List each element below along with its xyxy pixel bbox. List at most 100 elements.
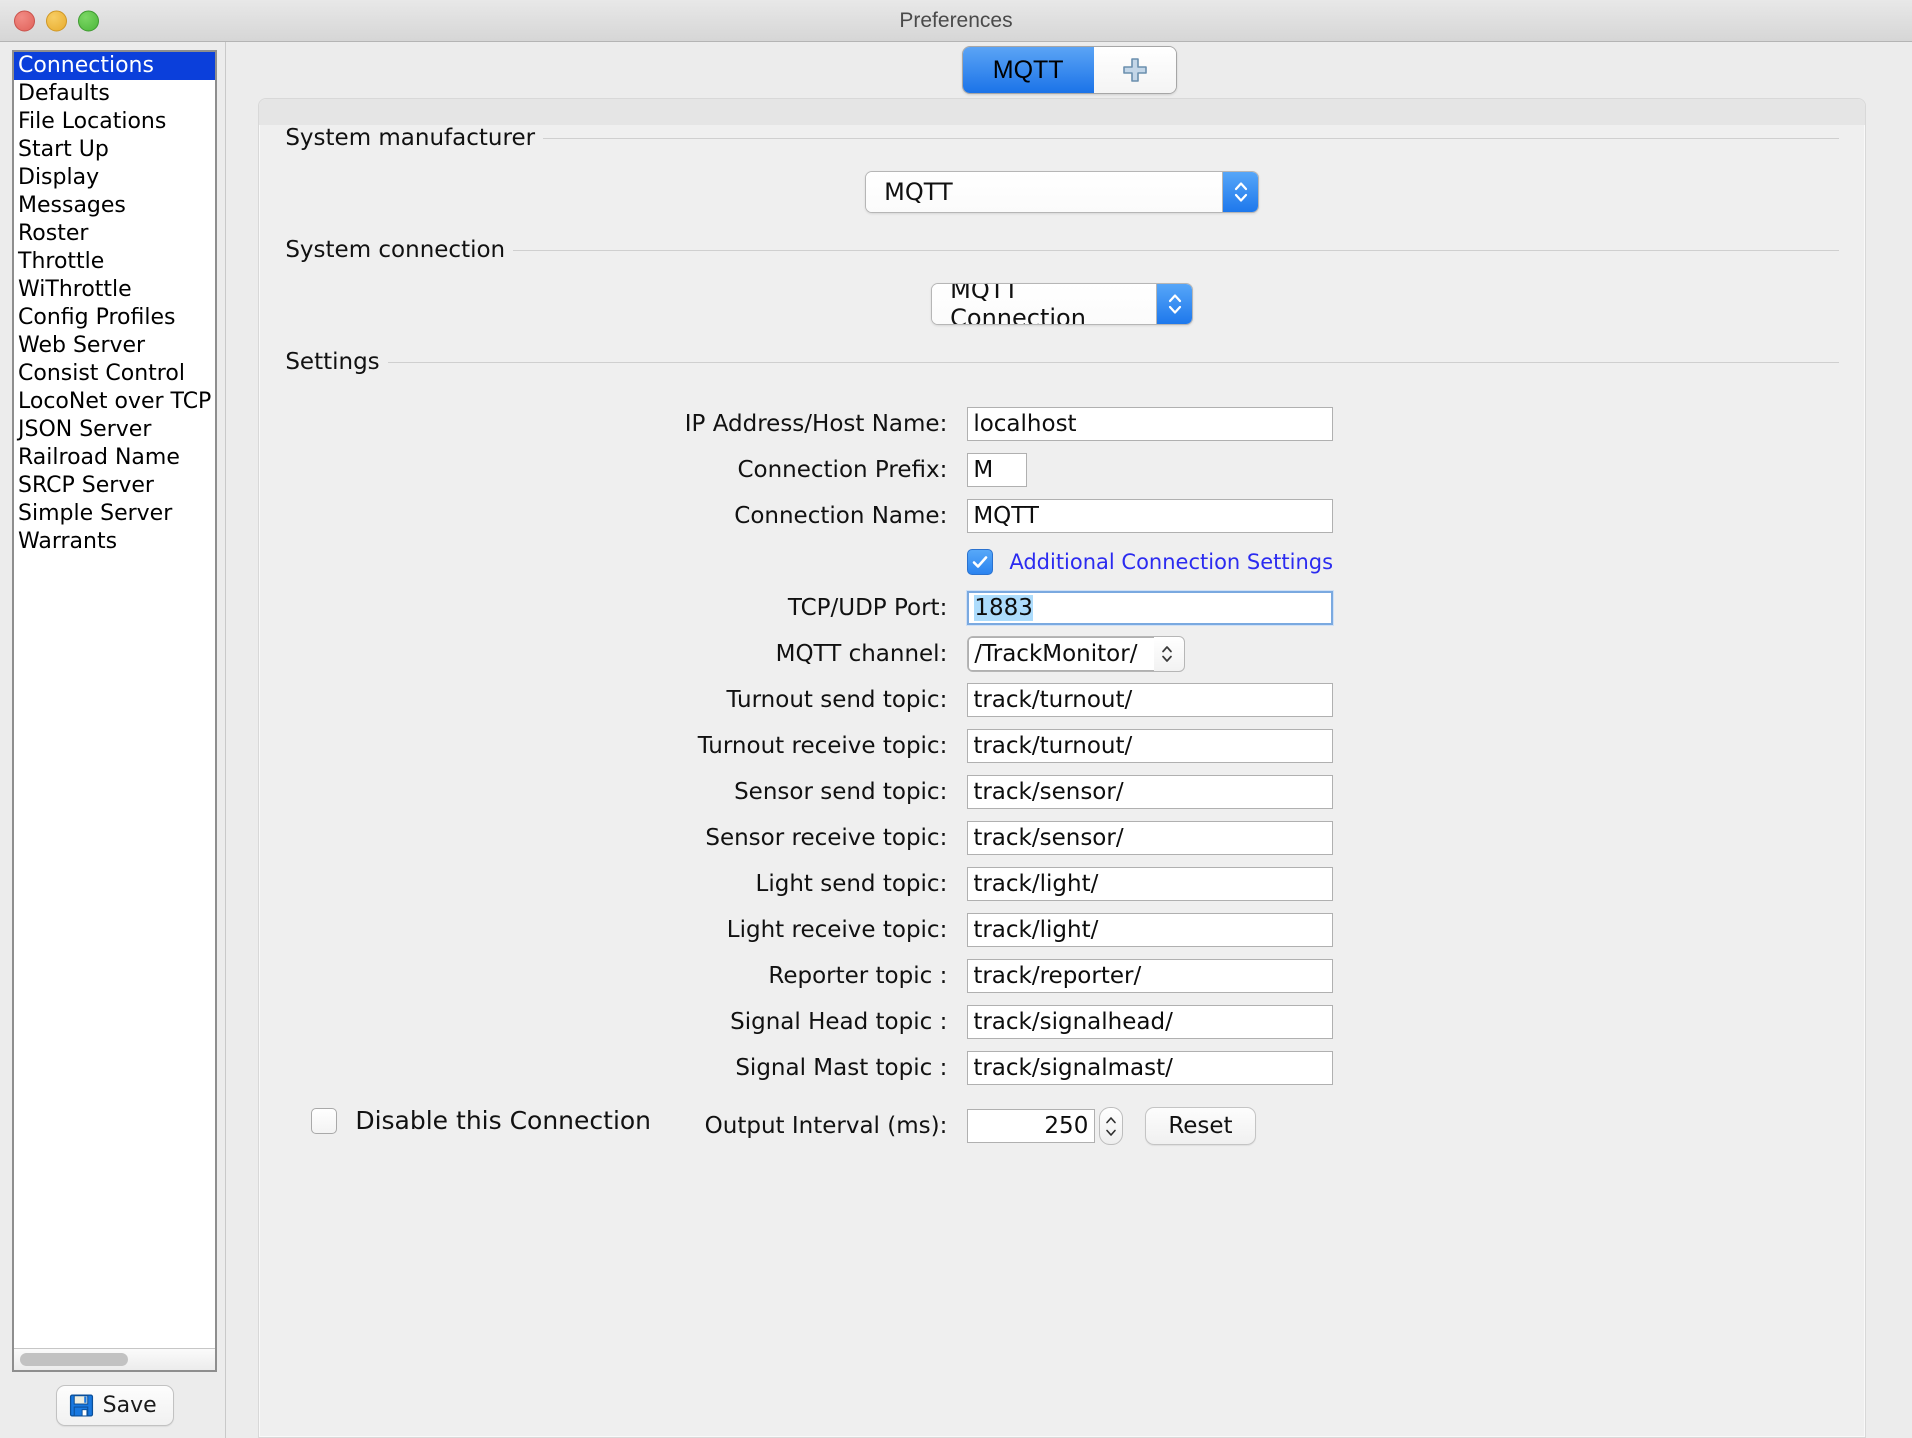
add-connection-tab-button[interactable] bbox=[1093, 47, 1176, 93]
mqtt-channel-label: MQTT channel: bbox=[775, 641, 948, 667]
output-interval-input[interactable]: 250 bbox=[967, 1109, 1096, 1143]
group-separator bbox=[543, 137, 1839, 139]
sidebar-item-consist-control[interactable]: Consist Control bbox=[14, 360, 215, 388]
chevron-up-down-glyph bbox=[1168, 294, 1181, 314]
signal-head-topic-input[interactable]: track/signalhead/ bbox=[967, 1005, 1334, 1039]
ip-address-label: IP Address/Host Name: bbox=[684, 411, 948, 437]
sidebar-item-loconet-over-tcp[interactable]: LocoNet over TCP bbox=[14, 388, 215, 416]
sensor-send-label: Sensor send topic: bbox=[734, 779, 948, 805]
sensor-receive-input[interactable]: track/sensor/ bbox=[967, 821, 1334, 855]
connection-name-row: Connection Name: MQTT bbox=[285, 493, 1839, 539]
sidebar-item-withrottle[interactable]: WiThrottle bbox=[14, 276, 215, 304]
output-interval-label: Output Interval (ms): bbox=[704, 1113, 948, 1139]
system-manufacturer-dropdown[interactable]: MQTT bbox=[865, 171, 1260, 213]
signal-head-topic-label: Signal Head topic : bbox=[730, 1009, 948, 1035]
group-separator bbox=[513, 249, 1839, 251]
connection-row: MQTT Connection bbox=[285, 283, 1839, 325]
plus-icon bbox=[1122, 58, 1147, 82]
close-button[interactable] bbox=[14, 10, 35, 31]
additional-settings-checkbox[interactable] bbox=[967, 549, 994, 575]
save-button[interactable]: Save bbox=[55, 1384, 174, 1426]
sidebar-item-defaults[interactable]: Defaults bbox=[14, 80, 215, 108]
preferences-window: Preferences Connections Defaults File Lo… bbox=[0, 0, 1912, 1438]
sidebar-item-srcp-server[interactable]: SRCP Server bbox=[14, 472, 215, 500]
window-controls bbox=[14, 10, 99, 31]
sidebar-item-messages[interactable]: Messages bbox=[14, 192, 215, 220]
connection-tabs: MQTT bbox=[961, 46, 1177, 94]
zoom-button[interactable] bbox=[78, 10, 99, 31]
ip-address-row: IP Address/Host Name: localhost bbox=[285, 401, 1839, 447]
sidebar-item-display[interactable]: Display bbox=[14, 164, 215, 192]
additional-settings-checkbox-row[interactable]: Additional Connection Settings bbox=[967, 539, 1333, 585]
mqtt-channel-combobox[interactable]: /TrackMonitor/ bbox=[967, 636, 1186, 672]
connection-name-input[interactable]: MQTT bbox=[967, 499, 1334, 533]
turnout-receive-input[interactable]: track/turnout/ bbox=[967, 729, 1334, 763]
sidebar-item-roster[interactable]: Roster bbox=[14, 220, 215, 248]
tcp-udp-port-input[interactable]: 1883 bbox=[967, 591, 1334, 625]
reset-button[interactable]: Reset bbox=[1145, 1107, 1256, 1145]
disable-connection-row[interactable]: Disable this Connection bbox=[311, 1106, 651, 1135]
sidebar-scrollbar-thumb[interactable] bbox=[20, 1353, 128, 1366]
system-connection-dropdown[interactable]: MQTT Connection bbox=[931, 283, 1194, 325]
floppy-disk-icon bbox=[69, 1393, 93, 1417]
preferences-category-list[interactable]: Connections Defaults File Locations Star… bbox=[12, 50, 218, 1372]
chevron-up-down-icon[interactable] bbox=[1156, 284, 1193, 324]
category-list-items: Connections Defaults File Locations Star… bbox=[14, 52, 216, 1348]
additional-settings-label[interactable]: Additional Connection Settings bbox=[1009, 550, 1333, 574]
disable-connection-checkbox[interactable] bbox=[311, 1107, 338, 1134]
reporter-topic-row: Reporter topic : track/reporter/ bbox=[285, 953, 1839, 999]
connection-settings-panel: System manufacturer MQTT System connecti… bbox=[258, 98, 1866, 1438]
spinner-down-icon[interactable] bbox=[1104, 1128, 1118, 1137]
mqtt-channel-value[interactable]: /TrackMonitor/ bbox=[968, 637, 1155, 671]
connection-tabstrip: MQTT bbox=[226, 42, 1912, 98]
signal-mast-topic-input[interactable]: track/signalmast/ bbox=[967, 1051, 1334, 1085]
settings-form: IP Address/Host Name: localhost Connecti… bbox=[285, 401, 1839, 1149]
minimize-button[interactable] bbox=[46, 10, 67, 31]
chevron-up-down-small-icon[interactable] bbox=[1154, 642, 1180, 666]
sidebar-item-start-up[interactable]: Start Up bbox=[14, 136, 215, 164]
signal-mast-topic-row: Signal Mast topic : track/signalmast/ bbox=[285, 1045, 1839, 1091]
connection-prefix-label: Connection Prefix: bbox=[737, 457, 948, 483]
sidebar-item-json-server[interactable]: JSON Server bbox=[14, 416, 215, 444]
ip-address-input[interactable]: localhost bbox=[967, 407, 1334, 441]
light-receive-input[interactable]: track/light/ bbox=[967, 913, 1334, 947]
sidebar-footer: Save bbox=[12, 1372, 217, 1438]
sensor-send-input[interactable]: track/sensor/ bbox=[967, 775, 1334, 809]
disable-connection-label: Disable this Connection bbox=[355, 1106, 652, 1135]
chevron-up-down-icon[interactable] bbox=[1222, 172, 1259, 212]
light-receive-label: Light receive topic: bbox=[726, 917, 948, 943]
sidebar-item-railroad-name[interactable]: Railroad Name bbox=[14, 444, 215, 472]
light-send-label: Light send topic: bbox=[755, 871, 948, 897]
sidebar-item-config-profiles[interactable]: Config Profiles bbox=[14, 304, 215, 332]
sidebar-item-file-locations[interactable]: File Locations bbox=[14, 108, 215, 136]
reporter-topic-input[interactable]: track/reporter/ bbox=[967, 959, 1334, 993]
turnout-send-input[interactable]: track/turnout/ bbox=[967, 683, 1334, 717]
sidebar-item-warrants[interactable]: Warrants bbox=[14, 528, 215, 556]
window-titlebar: Preferences bbox=[0, 0, 1912, 42]
system-manufacturer-title: System manufacturer bbox=[285, 125, 536, 151]
signal-mast-topic-label: Signal Mast topic : bbox=[735, 1055, 948, 1081]
tab-mqtt[interactable]: MQTT bbox=[962, 47, 1094, 93]
connection-prefix-row: Connection Prefix: M bbox=[285, 447, 1839, 493]
system-connection-title: System connection bbox=[285, 237, 506, 263]
additional-settings-row: Additional Connection Settings bbox=[285, 539, 1839, 585]
sidebar-item-web-server[interactable]: Web Server bbox=[14, 332, 215, 360]
turnout-receive-row: Turnout receive topic: track/turnout/ bbox=[285, 723, 1839, 769]
light-send-input[interactable]: track/light/ bbox=[967, 867, 1334, 901]
connections-main-area: MQTT System manufacturer MQTT System con… bbox=[226, 42, 1912, 1438]
turnout-send-row: Turnout send topic: track/turnout/ bbox=[285, 677, 1839, 723]
signal-head-topic-row: Signal Head topic : track/signalhead/ bbox=[285, 999, 1839, 1045]
system-manufacturer-value: MQTT bbox=[866, 172, 1223, 212]
light-receive-row: Light receive topic: track/light/ bbox=[285, 907, 1839, 953]
sidebar-item-throttle[interactable]: Throttle bbox=[14, 248, 215, 276]
window-body: Connections Defaults File Locations Star… bbox=[0, 42, 1912, 1438]
sensor-receive-row: Sensor receive topic: track/sensor/ bbox=[285, 815, 1839, 861]
sensor-receive-label: Sensor receive topic: bbox=[705, 825, 948, 851]
sidebar-horizontal-scrollbar[interactable] bbox=[14, 1348, 216, 1370]
spinner-up-icon[interactable] bbox=[1104, 1116, 1118, 1125]
turnout-receive-label: Turnout receive topic: bbox=[697, 733, 948, 759]
sidebar-item-connections[interactable]: Connections bbox=[14, 52, 216, 80]
output-interval-stepper[interactable] bbox=[1099, 1107, 1124, 1145]
connection-prefix-input[interactable]: M bbox=[967, 453, 1028, 487]
sidebar-item-simple-server[interactable]: Simple Server bbox=[14, 500, 215, 528]
